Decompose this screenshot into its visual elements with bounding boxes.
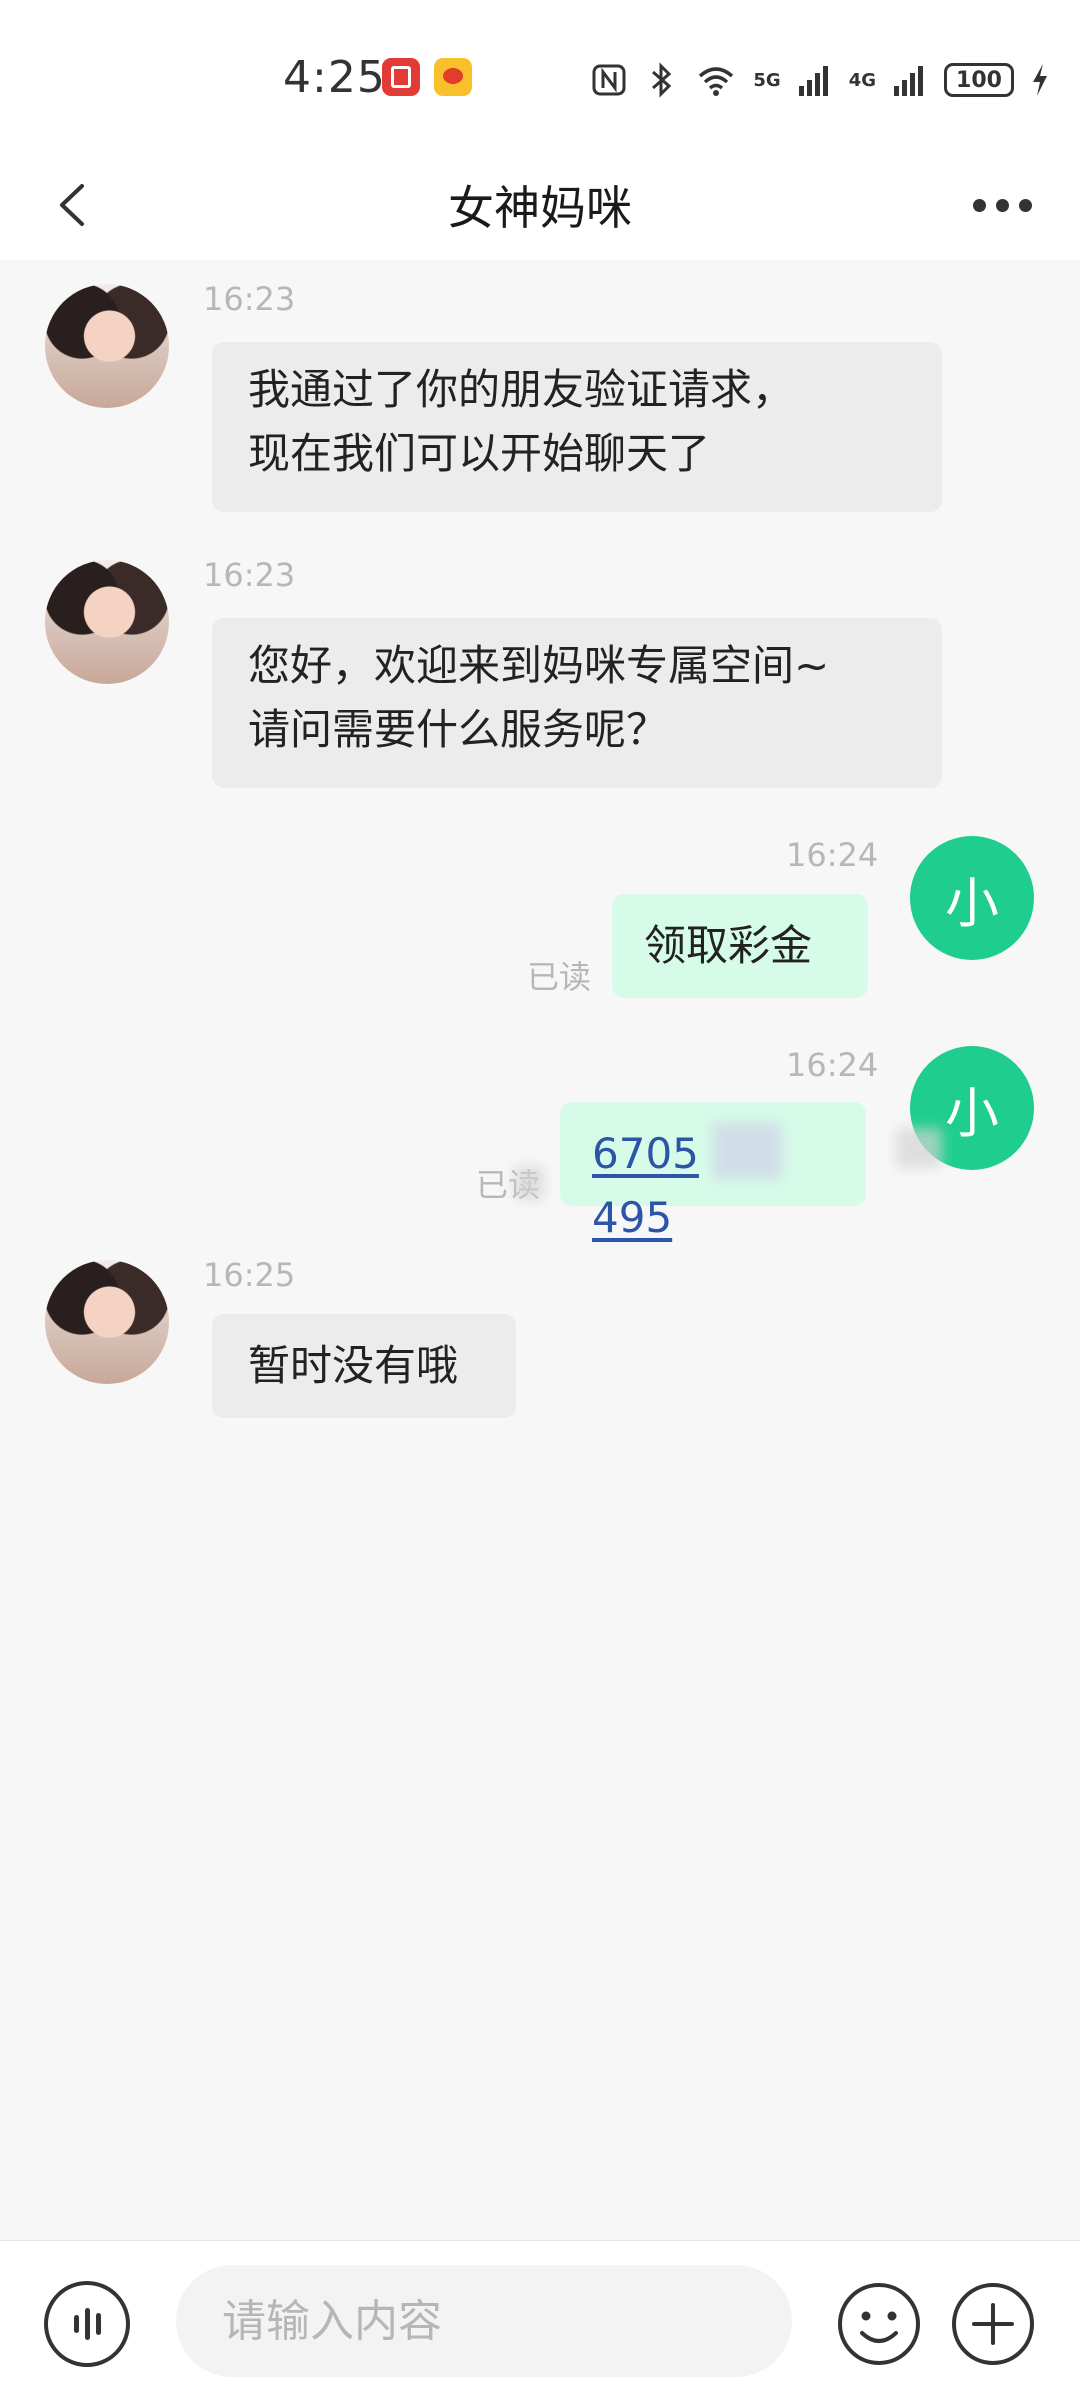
network-4g-label: 4G <box>848 69 876 91</box>
message-time: 16:24 <box>786 836 879 874</box>
read-status: 已读 <box>527 958 592 996</box>
redaction-blur <box>514 1166 544 1200</box>
status-icons: 5G 4G 100 <box>591 58 1050 102</box>
redaction-blur <box>712 1122 782 1180</box>
more-icon[interactable] <box>952 170 1052 240</box>
message-time: 16:23 <box>203 280 296 318</box>
message-time: 16:25 <box>203 1256 296 1294</box>
signal-icon <box>798 66 828 96</box>
message-text: 领取彩金 <box>644 921 813 970</box>
app-notification-icon <box>382 58 420 96</box>
message-time: 16:24 <box>786 1046 879 1084</box>
status-time: 4:25 <box>283 52 386 103</box>
emoji-icon[interactable] <box>836 2281 922 2367</box>
contact-avatar[interactable] <box>45 1260 169 1384</box>
plus-icon[interactable] <box>950 2281 1036 2367</box>
battery-icon: 100 <box>944 63 1014 97</box>
voice-icon[interactable] <box>44 2281 130 2367</box>
wifi-icon <box>699 67 734 96</box>
redaction-blur <box>896 1128 942 1168</box>
message-text: 暂时没有哦 <box>248 1341 459 1390</box>
weibo-notification-icon <box>434 58 472 96</box>
chat-header: 女神妈咪 <box>0 150 1080 260</box>
network-5g-label: 5G <box>753 69 781 91</box>
incoming-message-bubble[interactable]: 您好，欢迎来到妈咪专属空间~ 请问需要什么服务呢？ <box>212 618 942 788</box>
signal-icon-2 <box>894 66 923 96</box>
message-text-line: 请问需要什么服务呢？ <box>248 705 669 754</box>
chat-messages[interactable]: 16:23 我通过了你的朋友验证请求， 现在我们可以开始聊天了 16:23 您好… <box>0 260 1080 2240</box>
incoming-message-bubble[interactable]: 我通过了你的朋友验证请求， 现在我们可以开始聊天了 <box>212 342 942 512</box>
my-avatar[interactable]: 小 <box>910 836 1034 960</box>
contact-avatar[interactable] <box>45 284 169 408</box>
message-text-line: 我通过了你的朋友验证请求， <box>248 365 795 414</box>
chat-title: 女神妈咪 <box>448 181 632 235</box>
incoming-message-bubble[interactable]: 暂时没有哦 <box>212 1314 516 1418</box>
input-bar <box>0 2240 1080 2401</box>
message-text-line: 现在我们可以开始聊天了 <box>248 429 711 478</box>
nfc-icon <box>592 64 626 96</box>
message-input[interactable] <box>176 2265 792 2377</box>
bluetooth-icon <box>652 62 672 98</box>
contact-avatar[interactable] <box>45 560 169 684</box>
outgoing-message-bubble[interactable]: 领取彩金 <box>612 894 868 998</box>
message-time: 16:23 <box>203 556 296 594</box>
message-text-line: 您好，欢迎来到妈咪专属空间~ <box>248 641 830 690</box>
charging-icon <box>1033 64 1047 96</box>
status-bar: 4:25 5G 4G 100 <box>0 0 1080 150</box>
